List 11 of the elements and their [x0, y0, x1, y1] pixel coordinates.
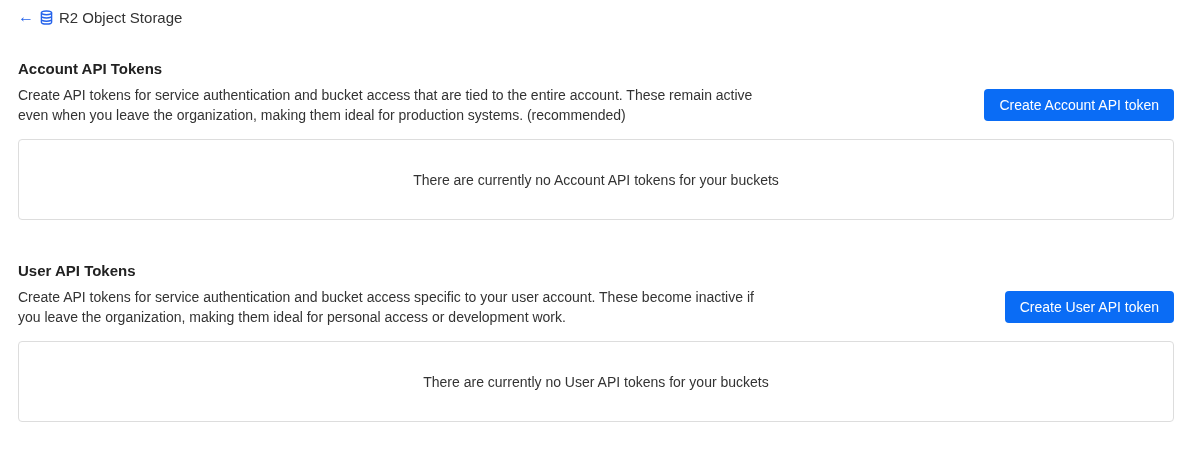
database-icon [40, 9, 53, 25]
section-description: Create API tokens for service authentication and bucket access that are tied to the entire account. These remain active even when you leave the organization, making them ideal for production systems. (recommended) [18, 86, 754, 125]
section-description: Create API tokens for service authentication and bucket access specific to your user account. These become inactive if you leave the organization, making them ideal for personal access or development work. [18, 288, 755, 327]
create-token-button[interactable]: Create Account API token [984, 89, 1174, 121]
breadcrumb-link[interactable]: R2 Object Storage [59, 8, 183, 26]
create-token-button[interactable]: Create User API token [1004, 291, 1174, 323]
section-title: Account API Tokens [18, 60, 164, 77]
empty-state-message: There are currently no Account API tokens for your buckets [413, 171, 779, 188]
back-link[interactable]: ← [18, 8, 34, 26]
empty-state-message: There are currently no User API tokens for your buckets [423, 373, 769, 390]
section-title: User API Tokens [18, 262, 137, 279]
